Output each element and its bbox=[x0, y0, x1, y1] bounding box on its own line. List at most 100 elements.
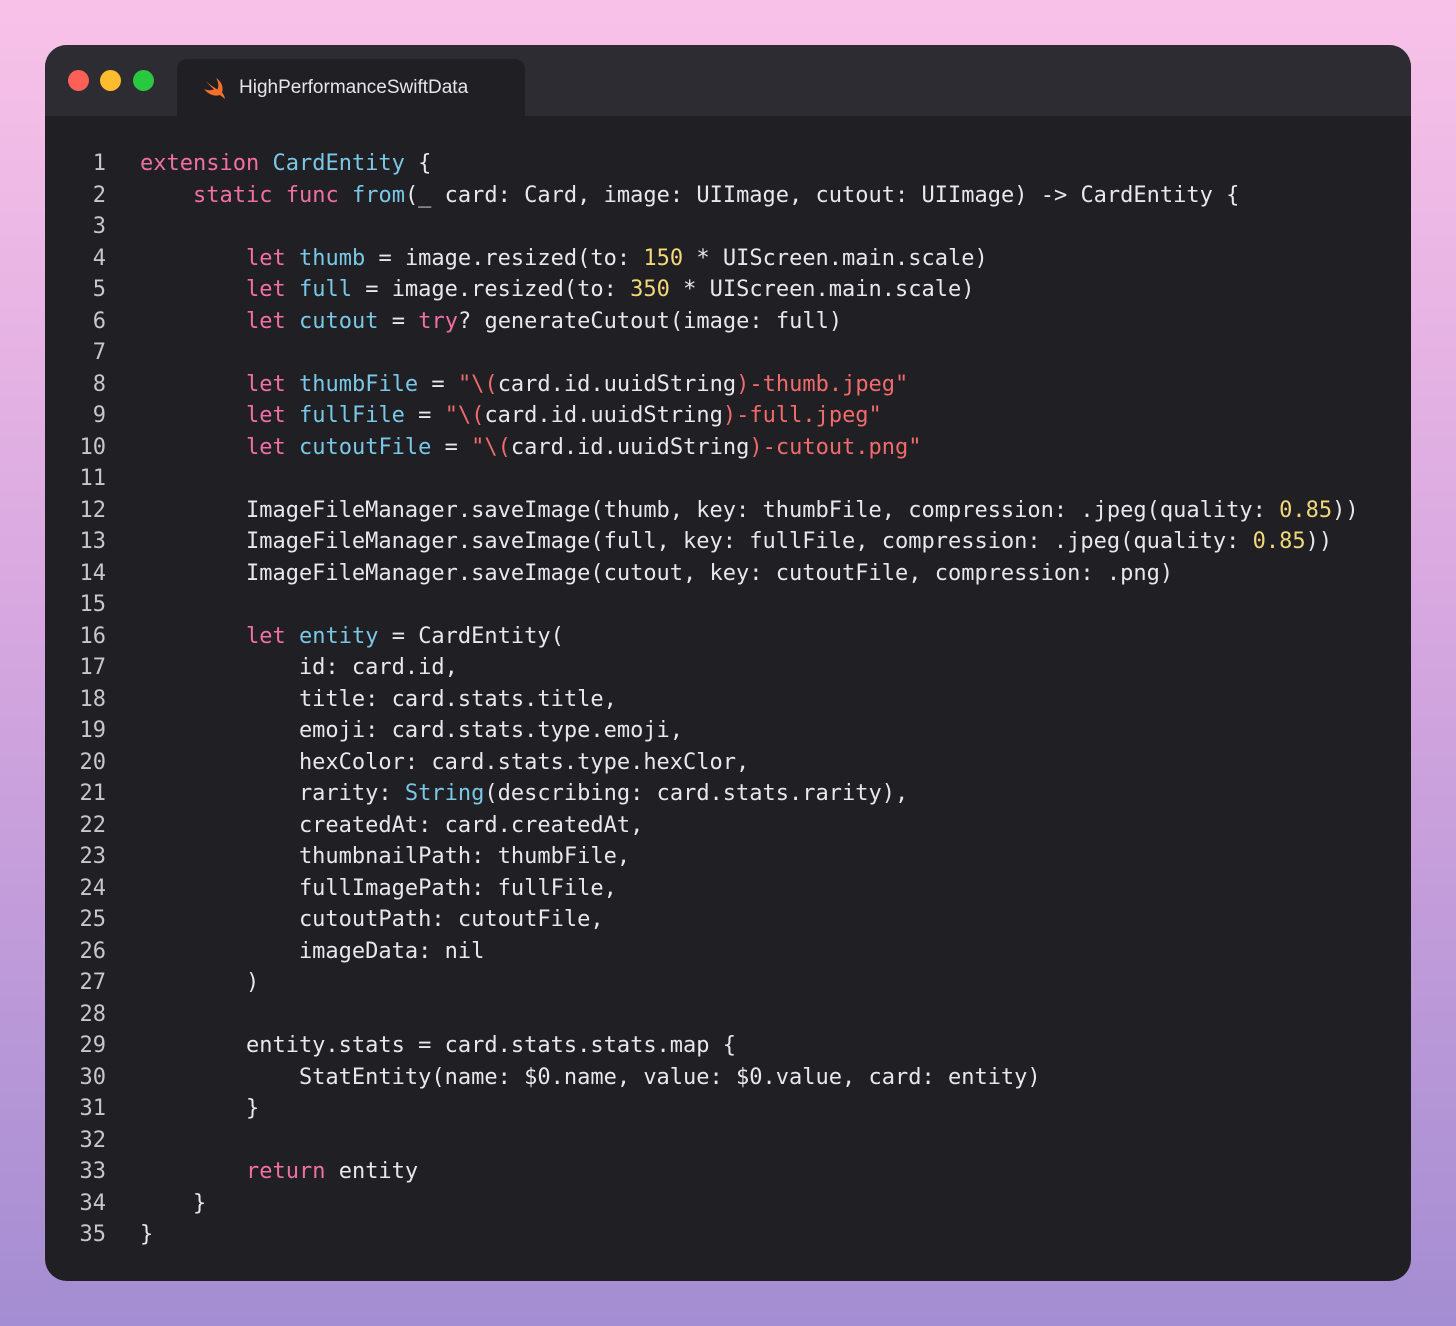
code-token: thumb bbox=[298, 245, 366, 271]
code-text: return entity bbox=[106, 1156, 418, 1188]
code-line: 29 entity.stats = card.stats.stats.map { bbox=[45, 1030, 1411, 1062]
code-token: let bbox=[245, 371, 286, 397]
minimize-button[interactable] bbox=[100, 70, 121, 91]
code-token: "\( bbox=[471, 434, 511, 460]
code-token: entity bbox=[325, 1159, 419, 1184]
code-token: cutout bbox=[298, 308, 379, 334]
line-number: 7 bbox=[92, 340, 106, 365]
code-text: } bbox=[106, 1219, 153, 1251]
code-token: ImageFileManager.saveImage(cutout, key: … bbox=[140, 560, 1174, 586]
line-number: 32 bbox=[79, 1127, 107, 1153]
code-line: 9 let fullFile = "\(card.id.uuidString)-… bbox=[45, 400, 1411, 432]
code-token: ) bbox=[140, 970, 260, 995]
code-line: 7 bbox=[45, 337, 1411, 369]
code-text: } bbox=[106, 1093, 259, 1125]
code-text: StatEntity(name: $0.name, value: $0.valu… bbox=[106, 1062, 1041, 1094]
code-token: * UIScreen.main.scale) bbox=[669, 277, 975, 302]
code-editor[interactable]: 1 extension CardEntity {2 static func fro… bbox=[45, 148, 1411, 1251]
code-token: 0.85 bbox=[1279, 497, 1333, 523]
zoom-button[interactable] bbox=[133, 70, 154, 91]
line-number: 11 bbox=[79, 466, 107, 491]
code-line: 35} bbox=[45, 1219, 1411, 1251]
code-token: let bbox=[245, 245, 286, 271]
code-token: from bbox=[351, 182, 405, 208]
code-text: let cutoutFile = "\(card.id.uuidString)-… bbox=[106, 432, 922, 464]
line-number: 31 bbox=[79, 1096, 107, 1121]
code-text: id: card.id, bbox=[106, 652, 458, 684]
code-line: 24 fullImagePath: fullFile, bbox=[45, 873, 1411, 905]
tab-label: HighPerformanceSwiftData bbox=[239, 77, 469, 98]
line-number: 19 bbox=[79, 718, 107, 743]
code-text: let thumb = image.resized(to: 150 * UISc… bbox=[106, 243, 988, 275]
tab-file[interactable]: HighPerformanceSwiftData bbox=[177, 59, 525, 116]
code-window: HighPerformanceSwiftData 1 extension Card… bbox=[45, 45, 1411, 1281]
code-text: createdAt: card.createdAt, bbox=[106, 810, 643, 842]
swift-icon bbox=[204, 78, 225, 99]
code-text: fullImagePath: fullFile, bbox=[106, 873, 617, 905]
code-text: ImageFileManager.saveImage(cutout, key: … bbox=[106, 558, 1173, 590]
code-line: 20 hexColor: card.stats.type.hexClor, bbox=[45, 747, 1411, 779]
code-token: StatEntity(name: $0.name, value: $0.valu… bbox=[140, 1064, 1041, 1090]
code-token: card.id.uuidString bbox=[497, 371, 737, 397]
title-bar: HighPerformanceSwiftData bbox=[45, 45, 1411, 116]
code-line: 15 bbox=[45, 589, 1411, 621]
code-token: ? generateCutout(image: full) bbox=[457, 308, 843, 334]
line-number: 6 bbox=[92, 308, 106, 334]
line-number: 2 bbox=[92, 182, 106, 208]
code-token: func bbox=[285, 182, 339, 208]
code-line: 8 let thumbFile = "\(card.id.uuidString)… bbox=[45, 369, 1411, 401]
code-line: 13 ImageFileManager.saveImage(full, key:… bbox=[45, 526, 1411, 558]
line-number: 27 bbox=[79, 970, 107, 995]
code-token: )-cutout.png" bbox=[749, 434, 922, 460]
code-text: cutoutPath: cutoutFile, bbox=[106, 904, 604, 936]
code-token: CardEntity bbox=[272, 151, 405, 176]
code-token: cutoutFile bbox=[298, 434, 432, 460]
code-token: = bbox=[378, 308, 419, 334]
code-token: let bbox=[245, 623, 286, 649]
code-token: fullImagePath: fullFile, bbox=[140, 875, 617, 901]
line-number: 28 bbox=[79, 1001, 107, 1027]
line-number: 33 bbox=[79, 1159, 107, 1184]
code-line: 10 let cutoutFile = "\(card.id.uuidStrin… bbox=[45, 432, 1411, 464]
line-number: 29 bbox=[79, 1033, 107, 1058]
code-token: fullFile bbox=[298, 403, 405, 428]
code-token: * UIScreen.main.scale) bbox=[683, 245, 988, 271]
code-text: extension CardEntity { bbox=[106, 148, 431, 180]
code-token: 0.85 bbox=[1252, 529, 1306, 554]
code-token: } bbox=[140, 1096, 260, 1121]
code-token: String bbox=[404, 781, 485, 806]
line-number: 20 bbox=[79, 749, 107, 775]
code-line: 1 extension CardEntity { bbox=[45, 148, 1411, 180]
code-token: rarity: bbox=[140, 781, 405, 806]
code-token: id: card.id, bbox=[140, 655, 458, 680]
code-line: 33 return entity bbox=[45, 1156, 1411, 1188]
line-number: 23 bbox=[79, 844, 107, 869]
code-line: 30 StatEntity(name: $0.name, value: $0.v… bbox=[45, 1062, 1411, 1094]
code-token: card.id.uuidString bbox=[484, 403, 723, 428]
code-token: let bbox=[245, 277, 286, 302]
line-number: 22 bbox=[79, 812, 107, 838]
line-number: 30 bbox=[79, 1064, 107, 1090]
code-token: card.id.uuidString bbox=[510, 434, 750, 460]
code-text: let fullFile = "\(card.id.uuidString)-fu… bbox=[106, 400, 882, 432]
code-line: 26 imageData: nil bbox=[45, 936, 1411, 968]
code-line: 17 id: card.id, bbox=[45, 652, 1411, 684]
line-number: 26 bbox=[79, 938, 107, 964]
close-button[interactable] bbox=[68, 70, 89, 91]
code-token: )-full.jpeg" bbox=[722, 403, 882, 428]
code-token: = bbox=[431, 434, 472, 460]
code-line: 14 ImageFileManager.saveImage(cutout, ke… bbox=[45, 558, 1411, 590]
code-token: cutoutPath: cutoutFile, bbox=[140, 907, 604, 932]
code-token: createdAt: card.createdAt, bbox=[140, 812, 644, 838]
line-number: 4 bbox=[92, 245, 106, 271]
